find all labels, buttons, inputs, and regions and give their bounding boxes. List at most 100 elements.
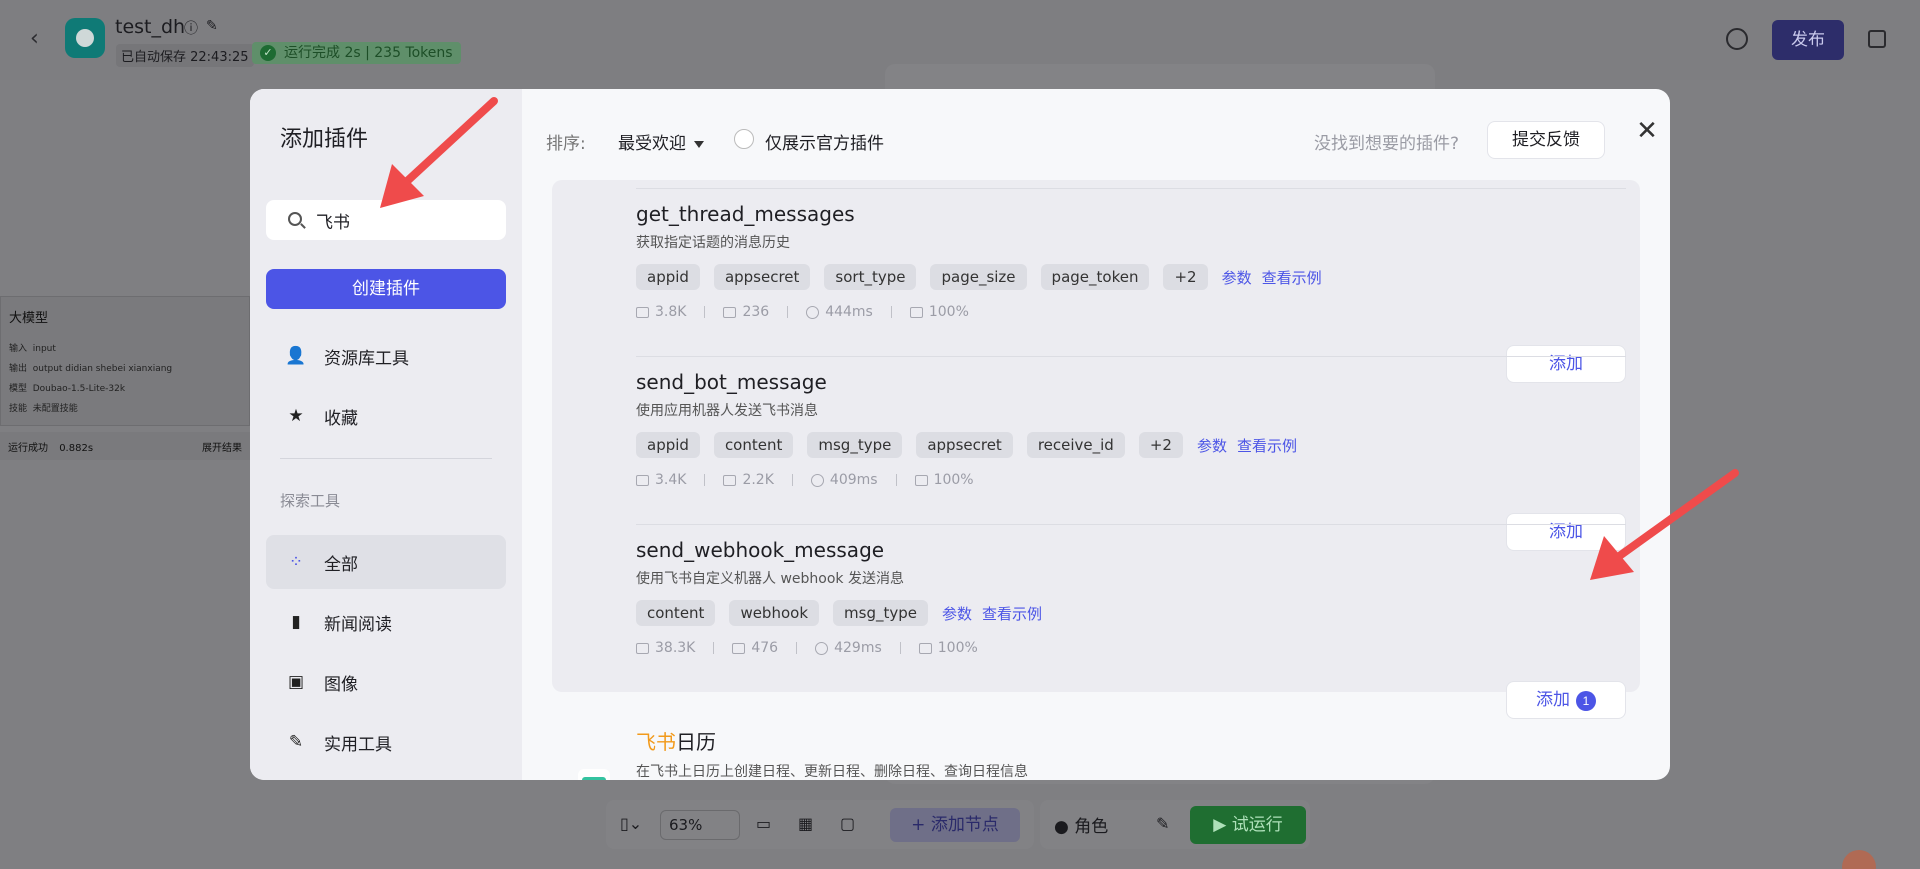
example-link[interactable]: 查看示例 <box>1262 267 1322 288</box>
search-input[interactable] <box>316 208 496 232</box>
app-name: test_dh <box>115 16 186 38</box>
param-tag: msg_type <box>833 600 928 626</box>
params-link[interactable]: 参数 <box>1222 267 1252 288</box>
app-logo <box>65 18 105 58</box>
row-divider <box>636 356 1626 357</box>
more-params-tag[interactable]: +2 <box>1138 432 1183 458</box>
comment-icon[interactable]: ▭ <box>756 814 771 833</box>
publish-button[interactable]: 发布 <box>1772 20 1844 60</box>
tool-stats: 3.4K 2.2K 409ms 100% <box>636 472 1626 488</box>
params-link[interactable]: 参数 <box>1197 435 1227 456</box>
feishu-calendar-logo <box>578 769 610 780</box>
node-status-text: 运行成功 <box>8 443 48 454</box>
layout-icon[interactable]: ▦ <box>798 814 813 833</box>
cube-icon <box>636 306 649 318</box>
zoom-select[interactable]: 63% <box>660 810 740 840</box>
sidebar-divider <box>280 458 492 459</box>
tool-stats: 38.3K 476 429ms 100% <box>636 640 1626 656</box>
sidebar-item-news[interactable]: ▮ 新闻阅读 <box>266 595 506 649</box>
create-plugin-button[interactable]: 创建插件 <box>266 269 506 309</box>
node-expand[interactable]: 展开结果 <box>202 439 242 454</box>
sidebar-item-utilities[interactable]: ✎ 实用工具 <box>266 715 506 769</box>
plugin-desc: 在飞书上日历上创建日程、更新日程、删除日程、查询日程信息 <box>636 764 1028 780</box>
run-status-text: 运行完成 2s | 235 Tokens <box>284 45 453 61</box>
edit-icon[interactable]: ✎ <box>206 18 218 34</box>
run-status-badge: ✓ 运行完成 2s | 235 Tokens <box>252 42 461 64</box>
add-plugin-modal: 添加插件 创建插件 👤 资源库工具 ★ 收藏 探索工具 ⁘ 全部 ▮ 新闻阅读 … <box>250 89 1670 780</box>
modal-sidebar: 添加插件 创建插件 👤 资源库工具 ★ 收藏 探索工具 ⁘ 全部 ▮ 新闻阅读 … <box>250 89 522 780</box>
role-button[interactable]: ● 角色 <box>1054 812 1108 837</box>
clock-icon <box>806 305 820 319</box>
added-count-badge: 1 <box>1576 690 1596 711</box>
feedback-button[interactable]: 提交反馈 <box>1487 121 1605 159</box>
history-icon[interactable] <box>1726 28 1748 50</box>
success-rate-icon <box>909 306 923 318</box>
wrench-icon: ✎ <box>288 732 304 752</box>
sidebar-item-favorites[interactable]: ★ 收藏 <box>266 389 506 443</box>
bot-icon <box>732 642 746 654</box>
plugin-feishu-calendar[interactable]: 飞书日历 在飞书上日历上创建日程、更新日程、删除日程、查询日程信息 <box>636 726 1028 780</box>
params-link[interactable]: 参数 <box>942 603 972 624</box>
tool-desc: 获取指定话题的消息历史 <box>636 235 790 251</box>
book-icon: ▮ <box>291 612 301 632</box>
info-icon[interactable]: ⓘ <box>184 18 198 38</box>
example-link[interactable]: 查看示例 <box>982 603 1042 624</box>
param-tag: page_token <box>1040 264 1150 290</box>
success-rate-icon <box>918 642 932 654</box>
bot-icon <box>723 474 737 486</box>
back-icon[interactable]: ‹ <box>30 28 50 50</box>
cube-icon <box>636 642 649 654</box>
node-model-row: 模型 Doubao-1.5-Lite-32k <box>9 384 126 394</box>
modal-title: 添加插件 <box>280 127 369 152</box>
official-only-radio[interactable] <box>734 129 754 149</box>
cube-icon <box>636 474 649 486</box>
param-tag: receive_id <box>1026 432 1125 458</box>
sidebar-item-image[interactable]: ▣ 图像 <box>266 655 506 709</box>
node-output-row: 输出 output didian shebei xianxiang <box>9 364 173 374</box>
add-button-added[interactable]: 添加 1 <box>1506 681 1626 719</box>
tool-name: send_webhook_message <box>636 538 885 562</box>
param-tag: webhook <box>729 600 820 626</box>
node-title: 大模型 <box>9 311 49 326</box>
grid-icon: ⁘ <box>288 552 304 572</box>
tool-tags: appid appsecret sort_type page_size page… <box>636 264 1626 290</box>
sidebar-item-all[interactable]: ⁘ 全部 <box>266 535 506 589</box>
tool-desc: 使用应用机器人发送飞书消息 <box>636 403 818 419</box>
search-icon <box>288 212 302 226</box>
run-toolbar: ● 角色 ✎ ▶ 试运行 <box>1040 800 1310 849</box>
node-status-bar: 运行成功 0.882s 展开结果 <box>0 432 250 460</box>
tool-desc: 使用飞书自定义机器人 webhook 发送消息 <box>636 571 904 587</box>
add-node-button[interactable]: + 添加节点 <box>890 808 1020 842</box>
tool-name: get_thread_messages <box>636 202 855 226</box>
tool-group: get_thread_messages 获取指定话题的消息历史 appid ap… <box>552 180 1640 719</box>
tool-send-webhook-message: send_webhook_message 使用飞书自定义机器人 webhook … <box>636 538 1626 656</box>
tool-stats: 3.8K 236 444ms 100% <box>636 304 1626 320</box>
clock-icon <box>810 473 824 487</box>
llm-node[interactable]: 大模型 输入 input 输出 output didian shebei xia… <box>0 296 250 426</box>
param-tag: appsecret <box>916 432 1013 458</box>
param-tag: page_size <box>930 264 1027 290</box>
param-tag: appsecret <box>713 264 811 290</box>
autosave-status: 已自动保存 22:43:25 <box>116 44 254 67</box>
param-tag: sort_type <box>824 264 917 290</box>
close-icon[interactable]: ✕ <box>1635 118 1659 144</box>
official-only-label[interactable]: 仅展示官方插件 <box>765 129 884 154</box>
sort-select[interactable]: 最受欢迎 <box>618 129 704 154</box>
avatar[interactable] <box>1842 850 1876 869</box>
mouse-icon[interactable]: ▯⌄ <box>620 814 642 833</box>
minimap-icon[interactable]: ▢ <box>840 814 855 833</box>
bot-icon <box>723 306 737 318</box>
node-input-row: 输入 input <box>9 344 56 354</box>
example-link[interactable]: 查看示例 <box>1237 435 1297 456</box>
row-divider <box>636 524 1626 525</box>
plugin-search[interactable] <box>266 200 506 240</box>
trial-run-button[interactable]: ▶ 试运行 <box>1190 806 1306 844</box>
param-tag: appid <box>636 432 700 458</box>
copy-icon[interactable] <box>1868 30 1886 48</box>
section-title: 探索工具 <box>280 492 341 510</box>
sidebar-item-library[interactable]: 👤 资源库工具 <box>266 329 506 383</box>
star-icon: ★ <box>288 406 304 426</box>
more-params-tag[interactable]: +2 <box>1163 264 1208 290</box>
wrench-icon[interactable]: ✎ <box>1156 814 1169 833</box>
param-tag: appid <box>636 264 700 290</box>
